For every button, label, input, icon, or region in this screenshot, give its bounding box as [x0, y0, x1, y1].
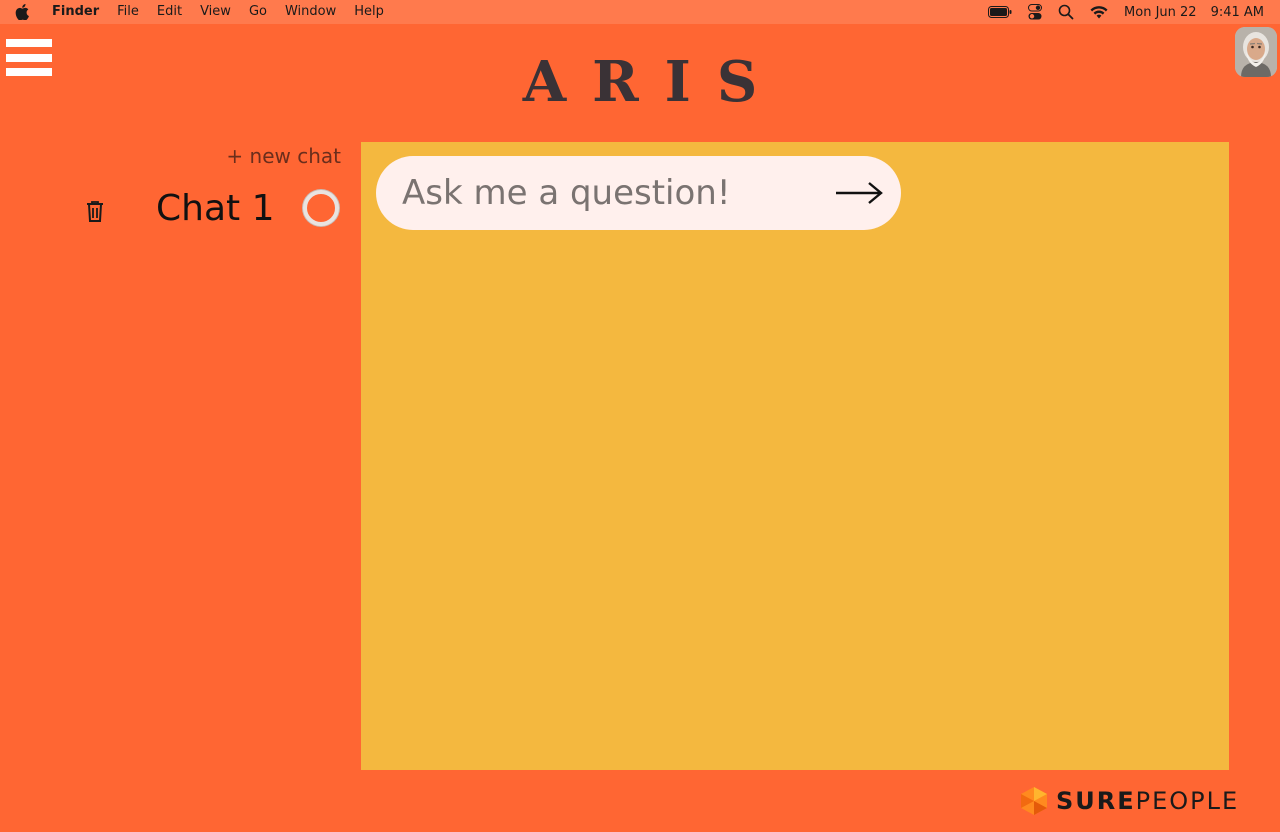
brand-text: SUREPEOPLE: [1056, 787, 1239, 815]
battery-icon[interactable]: [988, 6, 1012, 18]
wifi-icon[interactable]: [1090, 5, 1108, 19]
hamburger-bar: [6, 39, 52, 47]
chat-panel: [361, 142, 1229, 770]
send-arrow-icon[interactable]: [834, 178, 884, 208]
brand-logo: SUREPEOPLE: [1020, 786, 1239, 816]
menu-app-name[interactable]: Finder: [44, 0, 108, 24]
brand-text-sure: SURE: [1056, 787, 1136, 815]
menubar: Finder File Edit View Go Window Help Mon…: [0, 0, 1280, 24]
menu-go[interactable]: Go: [240, 0, 276, 24]
avatar[interactable]: [1235, 27, 1277, 77]
menu-edit[interactable]: Edit: [148, 0, 191, 24]
menubar-time[interactable]: 9:41 AM: [1211, 5, 1264, 20]
brand-text-people: PEOPLE: [1135, 787, 1240, 815]
trash-icon[interactable]: [84, 199, 106, 223]
brand-hexagon-icon: [1020, 786, 1048, 816]
app-logo: ARIS: [522, 49, 784, 115]
menu-file[interactable]: File: [108, 0, 148, 24]
question-input-container: [376, 156, 901, 230]
question-input[interactable]: [400, 170, 820, 216]
new-chat-button[interactable]: + new chat: [200, 144, 341, 168]
chat-list-item[interactable]: Chat 1: [80, 186, 342, 232]
menu-window[interactable]: Window: [276, 0, 345, 24]
search-icon[interactable]: [1058, 4, 1074, 20]
chat-select-radio[interactable]: [303, 190, 339, 226]
apple-icon[interactable]: [0, 4, 44, 20]
control-center-icon[interactable]: [1028, 4, 1043, 20]
menu-view[interactable]: View: [191, 0, 240, 24]
menu-help[interactable]: Help: [345, 0, 393, 24]
chat-title[interactable]: Chat 1: [156, 188, 274, 229]
menubar-date[interactable]: Mon Jun 22: [1124, 5, 1197, 20]
